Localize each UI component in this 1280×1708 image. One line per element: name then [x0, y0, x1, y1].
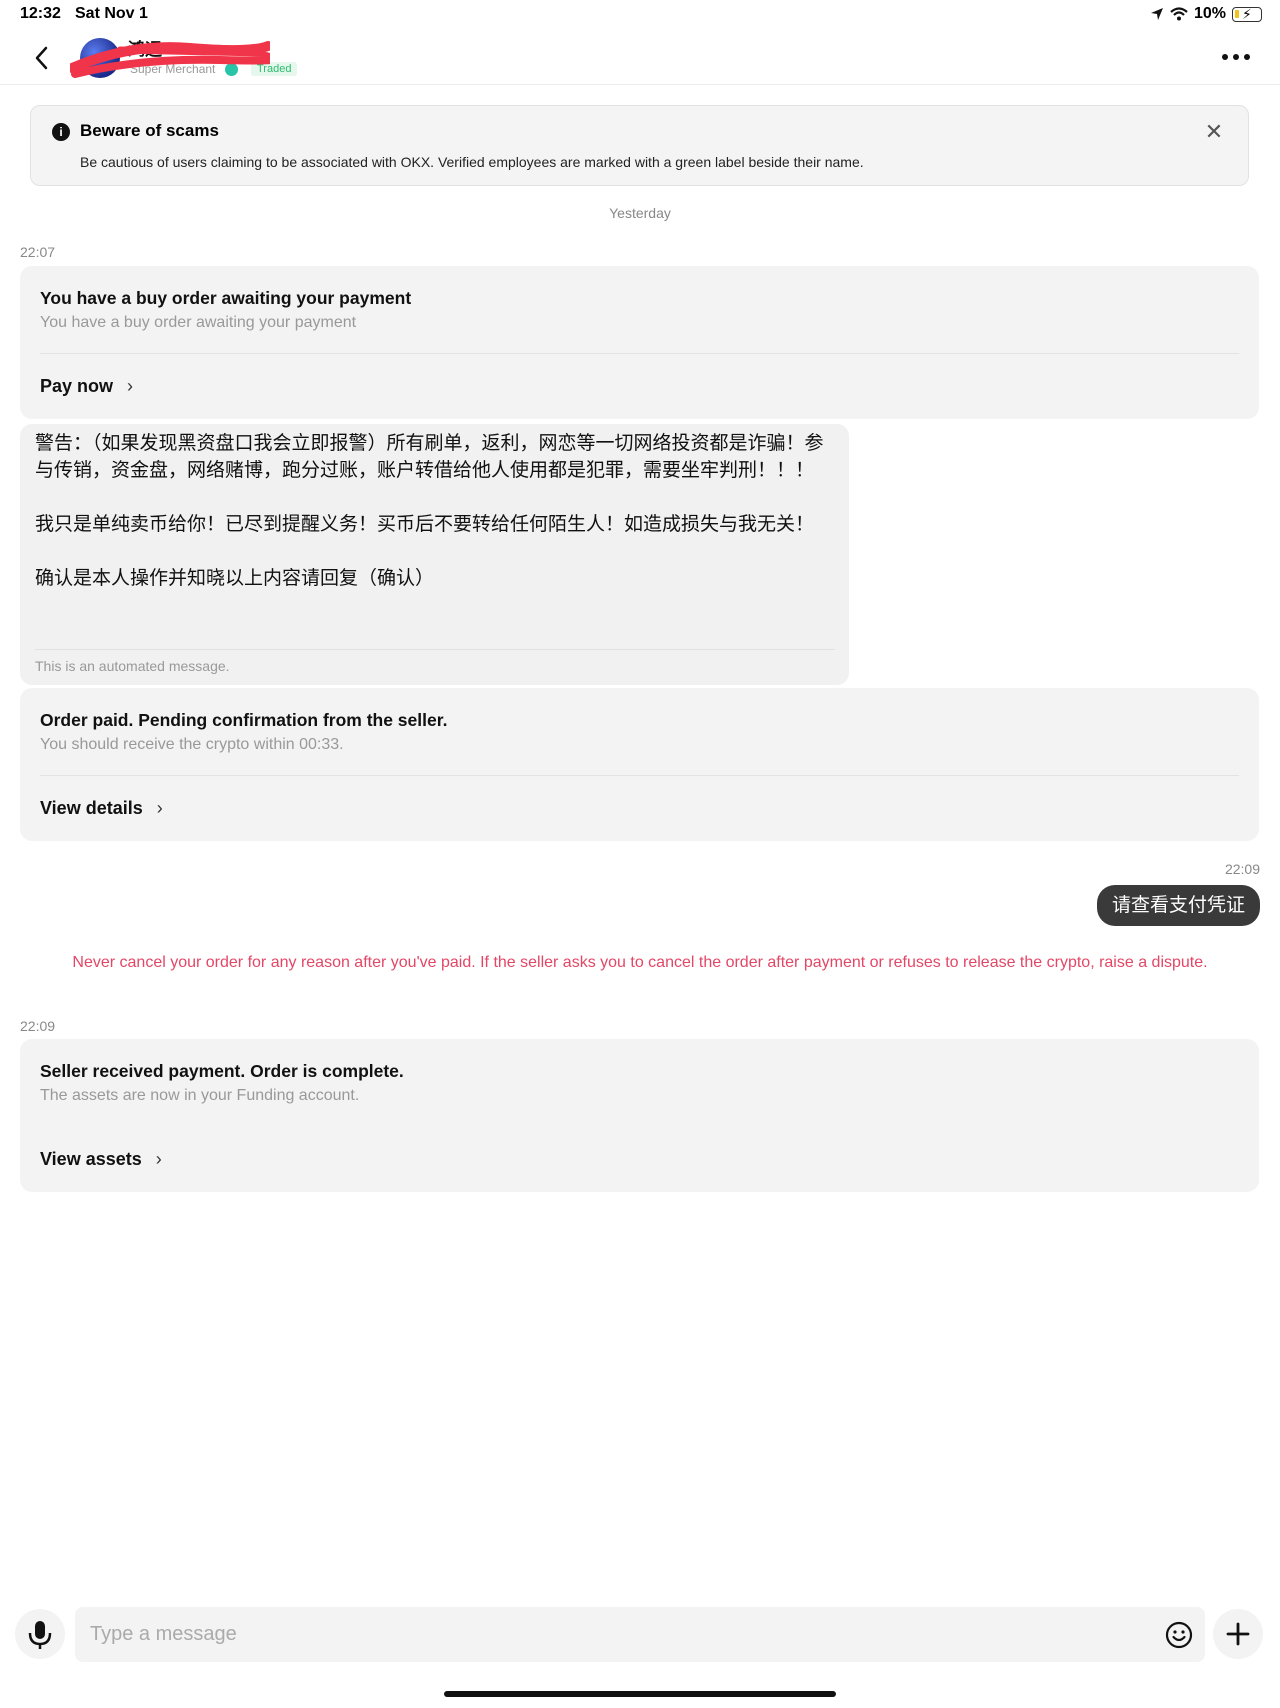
- message-input[interactable]: [90, 1607, 1140, 1662]
- scam-banner-body: Be cautious of users claiming to be asso…: [80, 154, 864, 170]
- chat-header: 鸿运 Super Merchant Traded: [0, 30, 1280, 85]
- chevron-right-icon: ›: [156, 798, 163, 818]
- card-subtitle: You should receive the crypto within 00:…: [40, 736, 344, 753]
- plus-icon: [1226, 1622, 1250, 1646]
- card-subtitle: You have a buy order awaiting your payme…: [40, 314, 357, 331]
- back-icon[interactable]: [28, 42, 56, 74]
- dispute-warning-text: Never cancel your order for any reason a…: [72, 954, 1208, 971]
- divider: [35, 649, 835, 650]
- automated-message-bubble: 警告：（如果发现黑资盘口我会立即报警）所有刷单，返利，网恋等一切网络投资都是诈骗…: [20, 424, 849, 685]
- pay-now-label: Pay now: [40, 376, 114, 396]
- status-date: Sat Nov 1: [75, 5, 148, 22]
- battery-percent: 10%: [1193, 5, 1226, 22]
- card-title: Order paid. Pending confirmation from th…: [40, 710, 448, 730]
- scam-warning-banner: i Beware of scams Be cautious of users c…: [30, 105, 1249, 186]
- close-icon[interactable]: ✕: [1204, 121, 1224, 143]
- scam-banner-title: Beware of scams: [80, 121, 219, 140]
- order-complete-card: Seller received payment. Order is comple…: [20, 1039, 1259, 1192]
- view-details-button[interactable]: View details ›: [40, 798, 163, 819]
- chat-screen: 12:32 Sat Nov 1 10% ⚡ 鸿运 Super Merchant …: [0, 0, 1280, 1708]
- redaction-scribble-icon: [70, 41, 270, 78]
- chevron-right-icon: ›: [155, 1149, 162, 1169]
- automated-message-note: This is an automated message.: [35, 658, 230, 674]
- home-indicator: [444, 1691, 836, 1697]
- status-time: 12:32: [20, 5, 61, 22]
- microphone-icon: [28, 1621, 52, 1649]
- card-subtitle: The assets are now in your Funding accou…: [40, 1087, 360, 1104]
- status-icons: 10% ⚡: [1150, 5, 1262, 23]
- automated-message-text: 警告：（如果发现黑资盘口我会立即报警）所有刷单，返利，网恋等一切网络投资都是诈骗…: [35, 432, 824, 589]
- chevron-right-icon: ›: [127, 376, 134, 396]
- order-awaiting-payment-card: You have a buy order awaiting your payme…: [20, 266, 1259, 419]
- microphone-button[interactable]: [15, 1609, 65, 1659]
- card-title: Seller received payment. Order is comple…: [40, 1061, 404, 1081]
- view-details-label: View details: [40, 798, 143, 818]
- message-input-container[interactable]: [75, 1607, 1205, 1662]
- add-attachment-button[interactable]: [1213, 1609, 1263, 1659]
- date-separator: Yesterday: [609, 205, 671, 221]
- pay-now-button[interactable]: Pay now ›: [40, 376, 133, 397]
- message-timestamp: 22:09: [1224, 861, 1260, 877]
- card-title: You have a buy order awaiting your payme…: [40, 288, 412, 308]
- info-icon: i: [52, 123, 70, 141]
- divider: [40, 353, 1239, 354]
- more-options-icon[interactable]: [1222, 54, 1250, 60]
- location-icon: [1150, 8, 1163, 20]
- view-assets-button[interactable]: View assets ›: [40, 1149, 162, 1170]
- message-timestamp: 22:07: [20, 244, 56, 260]
- battery-charging-icon: ⚡: [1232, 6, 1262, 22]
- order-paid-card: Order paid. Pending confirmation from th…: [20, 688, 1259, 841]
- wifi-icon: [1170, 7, 1188, 21]
- emoji-icon[interactable]: [1165, 1621, 1193, 1649]
- outgoing-message-bubble[interactable]: 请查看支付凭证: [1096, 885, 1260, 926]
- view-assets-label: View assets: [40, 1149, 142, 1169]
- status-bar: 12:32 Sat Nov 1 10% ⚡: [0, 0, 1280, 30]
- message-timestamp: 22:09: [20, 1018, 56, 1034]
- divider: [40, 775, 1239, 776]
